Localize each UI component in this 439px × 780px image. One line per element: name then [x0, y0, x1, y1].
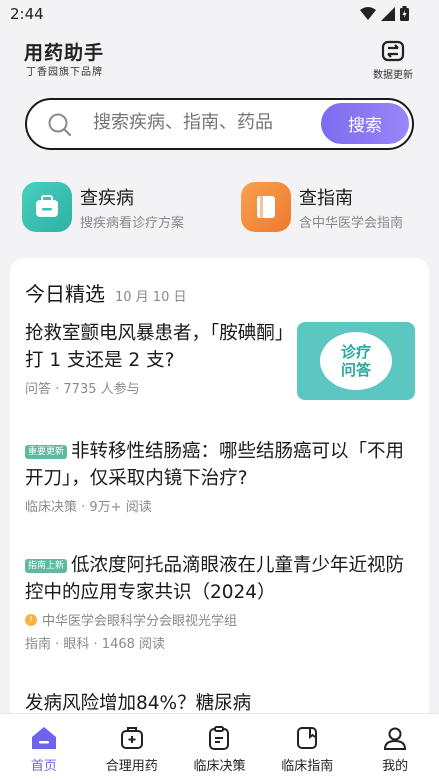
home-icon: [31, 727, 56, 749]
quick-link-title: 查疾病: [80, 187, 134, 209]
article-meta: 指南 · 眼科 · 1468 阅读: [25, 637, 166, 652]
bottom-tab-bar: 首页 合理用药 临床决策 临床指南 我的: [0, 713, 439, 780]
article-meta: 临床决策 · 9万+ 阅读: [25, 500, 152, 515]
tab-label: 合理用药: [105, 759, 158, 774]
article-author: ! 中华医学会眼科学分会眼视光学组: [25, 610, 420, 629]
quick-link-desc: 含中华医学会指南: [299, 215, 404, 231]
battery-icon: [400, 6, 409, 21]
status-icons: [360, 6, 409, 21]
article-badge: 重要更新: [25, 445, 68, 459]
status-bar: 2:44: [0, 0, 439, 30]
sync-icon: [381, 40, 405, 62]
daily-picks-card: 今日精选 10 月 10 日 抢救室颤电风暴患者，「胺碘酮」打 1 支还是 2 …: [10, 258, 429, 728]
search-bar: 搜索: [25, 98, 414, 150]
medical-kit-icon: [22, 182, 72, 232]
search-input[interactable]: [93, 112, 313, 133]
article-item[interactable]: 指南上新 低浓度阿托品滴眼液在儿童青少年近视防控中的应用专家共识（2024） ! …: [25, 552, 420, 652]
book-icon: [241, 182, 291, 232]
quick-link-guidelines[interactable]: 查指南 含中华医学会指南: [241, 182, 403, 232]
app-title: 用药助手: [24, 42, 105, 64]
app-subtitle: 丁香园旗下品牌: [26, 67, 103, 78]
article-title: 指南上新 低浓度阿托品滴眼液在儿童青少年近视防控中的应用专家共识（2024）: [25, 552, 420, 606]
search-button[interactable]: 搜索: [321, 103, 409, 144]
user-icon: [384, 727, 407, 750]
article-item[interactable]: 重要更新 非转移性结肠癌：哪些结肠癌可以「不用开刀」，仅采取内镜下治疗? 临床决策…: [25, 438, 420, 515]
tab-profile[interactable]: 我的: [351, 714, 439, 780]
article-meta: 问答 · 7735 人参与: [25, 382, 140, 397]
clipboard-icon: [209, 726, 230, 750]
medkit-icon: [120, 727, 143, 749]
article-title-text: 非转移性结肠癌：哪些结肠癌可以「不用开刀」，仅采取内镜下治疗?: [25, 441, 405, 489]
article-title: 重要更新 非转移性结肠癌：哪些结肠癌可以「不用开刀」，仅采取内镜下治疗?: [25, 438, 420, 492]
tab-medication[interactable]: 合理用药: [88, 714, 176, 780]
feed-title: 今日精选: [25, 282, 105, 306]
wifi-icon: [360, 6, 376, 20]
quick-link-title: 查指南: [299, 187, 353, 209]
search-icon: [48, 113, 72, 137]
author-badge-icon: !: [25, 613, 37, 626]
quick-link-desc: 搜疾病看诊疗方案: [80, 215, 185, 231]
thumbnail-text: 诊疗问答: [340, 343, 371, 379]
signal-icon: [381, 6, 395, 21]
data-update-label: 数据更新: [373, 70, 413, 81]
article-badge: 指南上新: [25, 559, 68, 573]
tab-clinical-guidelines[interactable]: 临床指南: [263, 714, 351, 780]
data-update-button[interactable]: 数据更新: [371, 40, 415, 81]
article-title-text: 低浓度阿托品滴眼液在儿童青少年近视防控中的应用专家共识（2024）: [25, 555, 405, 603]
tab-label: 临床决策: [193, 759, 246, 774]
article-title: 抢救室颤电风暴患者，「胺碘酮」打 1 支还是 2 支?: [25, 323, 285, 371]
tab-clinical-decision[interactable]: 临床决策: [176, 714, 264, 780]
app-header: 用药助手 丁香园旗下品牌 数据更新: [0, 36, 439, 86]
article-author-name: 中华医学会眼科学分会眼视光学组: [42, 614, 238, 629]
feed-header: 今日精选 10 月 10 日: [25, 278, 186, 307]
article-thumbnail[interactable]: 诊疗问答: [297, 322, 415, 400]
tab-label: 我的: [382, 759, 409, 774]
status-time: 2:44: [10, 5, 44, 23]
article-item[interactable]: 抢救室颤电风暴患者，「胺碘酮」打 1 支还是 2 支? 问答 · 7735 人参…: [25, 320, 285, 397]
tab-home[interactable]: 首页: [0, 714, 88, 780]
tab-label: 临床指南: [281, 759, 334, 774]
feed-date: 10 月 10 日: [115, 290, 187, 305]
quick-link-diseases[interactable]: 查疾病 搜疾病看诊疗方案: [22, 182, 184, 232]
tab-label: 首页: [30, 759, 57, 774]
book-icon: [297, 727, 318, 749]
